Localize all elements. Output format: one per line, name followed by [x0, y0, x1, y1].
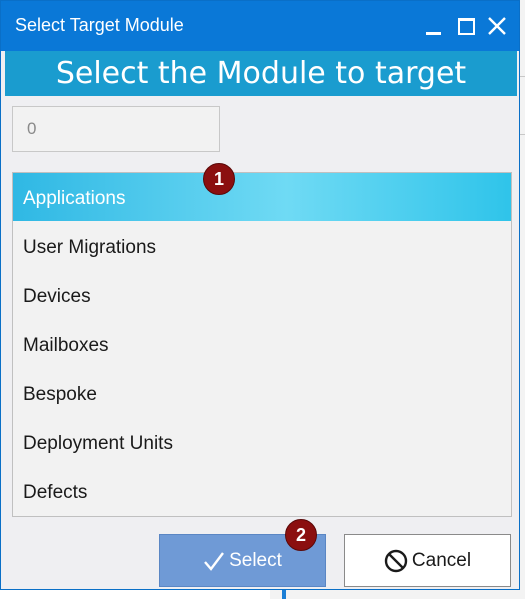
cancel-button-label: Cancel: [411, 549, 472, 571]
list-item-devices[interactable]: Devices: [13, 271, 511, 319]
step-marker-2: 2: [285, 519, 317, 551]
select-target-module-dialog: Select Target Module Select the Module t…: [0, 0, 520, 590]
close-icon: [488, 17, 506, 35]
title-bar[interactable]: Select Target Module: [1, 1, 519, 51]
list-item-applications[interactable]: Applications: [13, 173, 511, 221]
list-item-bespoke[interactable]: Bespoke: [13, 369, 511, 417]
close-button[interactable]: [484, 11, 512, 39]
list-item-deployment-units[interactable]: Deployment Units: [13, 418, 511, 466]
dialog-heading: Select the Module to target: [5, 51, 517, 96]
list-item-mailboxes[interactable]: Mailboxes: [13, 320, 511, 368]
step-marker-1: 1: [203, 163, 235, 195]
minimize-icon: [426, 32, 441, 35]
prohibited-icon: [384, 549, 408, 573]
background-divider: [520, 134, 525, 135]
module-list[interactable]: Applications User Migrations Devices Mai…: [12, 172, 512, 517]
list-item-defects[interactable]: Defects: [13, 467, 511, 515]
background-window-bottom: [270, 590, 525, 599]
select-button-label: Select: [229, 549, 282, 571]
minimize-button[interactable]: [421, 11, 449, 39]
background-divider: [520, 76, 525, 77]
checkmark-icon: [203, 551, 225, 571]
maximize-icon: [458, 18, 475, 35]
background-accent-bar: [282, 590, 286, 599]
window-title: Select Target Module: [15, 15, 184, 35]
cancel-button[interactable]: Cancel: [344, 534, 511, 587]
maximize-button[interactable]: [453, 11, 481, 39]
background-window-edge: [520, 0, 525, 599]
list-item-user-migrations[interactable]: User Migrations: [13, 222, 511, 270]
filter-input[interactable]: 0: [12, 106, 220, 152]
